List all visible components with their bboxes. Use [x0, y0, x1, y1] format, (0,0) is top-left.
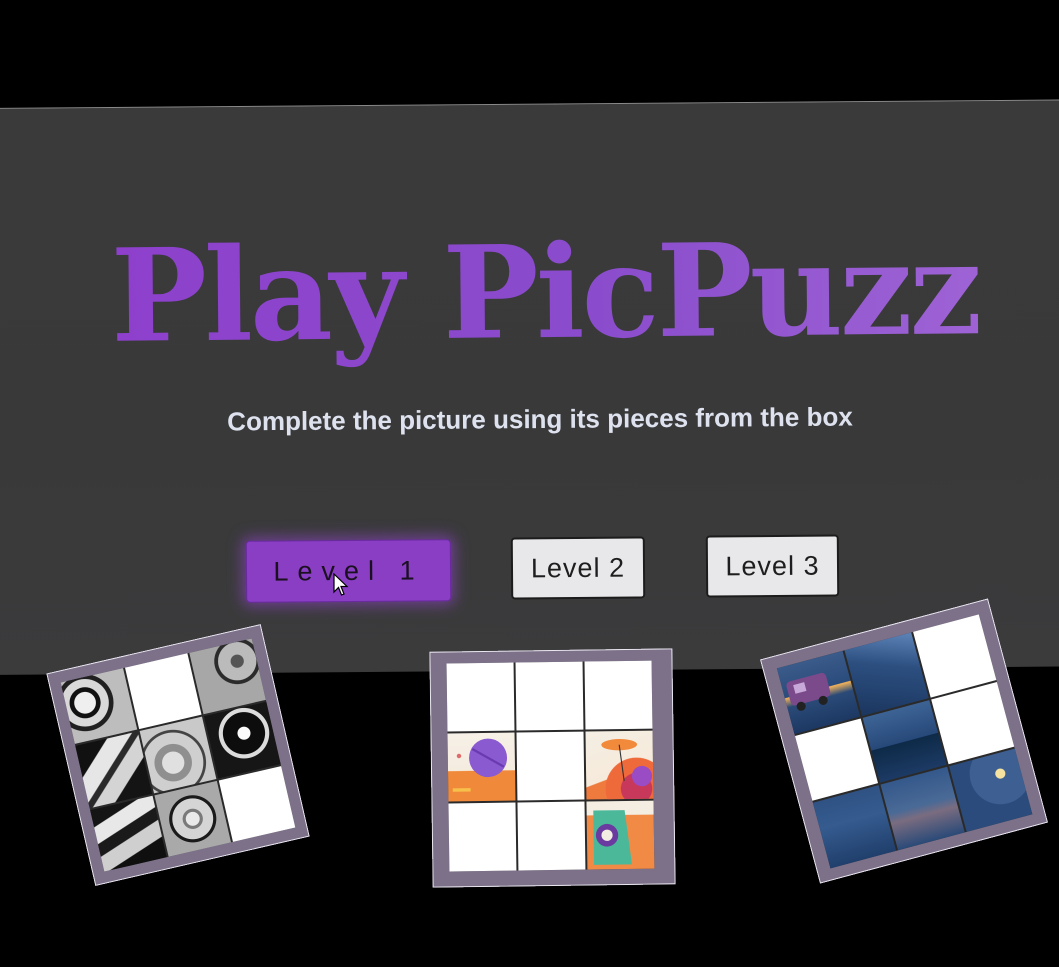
planet-icon [452, 738, 508, 792]
empty-slot[interactable] [515, 661, 584, 731]
puzzle-grid [60, 638, 296, 872]
orbit-icon [593, 810, 633, 865]
empty-slot[interactable] [517, 801, 586, 871]
game-subtitle: Complete the picture using its pieces fr… [227, 401, 853, 437]
empty-slot[interactable] [124, 653, 202, 730]
puzzle-tile[interactable] [189, 638, 266, 715]
empty-slot[interactable] [448, 802, 517, 872]
puzzle-tile[interactable] [90, 795, 167, 872]
saturn-icon [601, 738, 653, 787]
empty-slot[interactable] [218, 765, 296, 842]
level-2-button[interactable]: Level 2 [510, 536, 646, 600]
puzzle-tile[interactable] [948, 748, 1033, 832]
puzzle-tile[interactable] [60, 668, 138, 745]
puzzle-tile[interactable] [447, 732, 516, 802]
level-3-button[interactable]: Level 3 [705, 534, 840, 598]
puzzle-grid [446, 660, 655, 872]
game-title: Play PicPuzz [69, 204, 1020, 382]
puzzle-card-space[interactable] [429, 648, 676, 888]
pointer-cursor-icon [333, 573, 349, 596]
empty-slot[interactable] [516, 731, 585, 801]
puzzle-tile[interactable] [75, 731, 152, 808]
puzzle-tile[interactable] [585, 730, 654, 800]
puzzle-tile[interactable] [139, 716, 217, 794]
empty-slot[interactable] [584, 660, 653, 730]
puzzle-tile[interactable] [154, 780, 231, 857]
game-screen: Play PicPuzz Complete the picture using … [0, 0, 1059, 967]
puzzle-tile[interactable] [204, 702, 281, 779]
empty-slot[interactable] [446, 662, 515, 732]
puzzle-grid [776, 614, 1033, 869]
puzzle-tile[interactable] [586, 800, 655, 870]
